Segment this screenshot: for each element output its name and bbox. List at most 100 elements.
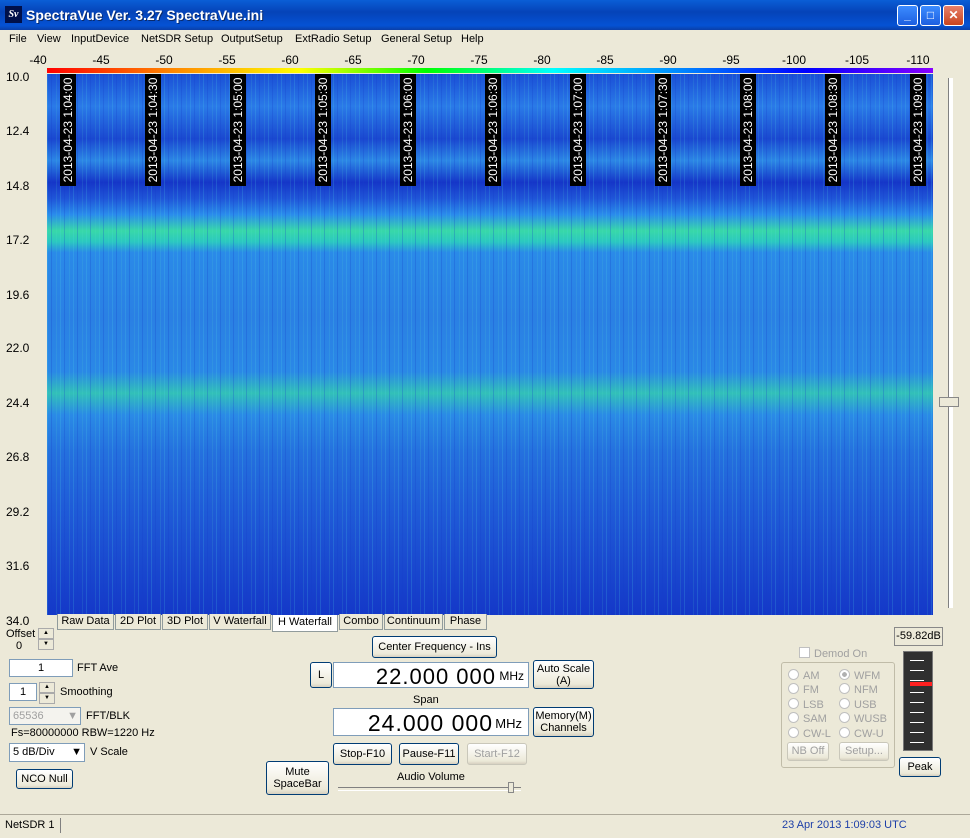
- y-axis-label: 29.2: [6, 505, 30, 519]
- y-axis-label: 31.6: [6, 559, 30, 573]
- radio-fm[interactable]: FM: [788, 683, 819, 696]
- radio-cw-u[interactable]: CW-U: [839, 727, 884, 740]
- y-axis-label: 19.6: [6, 288, 30, 302]
- radio-usb[interactable]: USB: [839, 698, 877, 711]
- tab-v-waterfall[interactable]: V Waterfall: [209, 614, 271, 630]
- memory-channels-button[interactable]: Memory(M) Channels: [533, 707, 594, 737]
- axis-tick: -110: [906, 53, 930, 67]
- vscale-label: V Scale: [90, 746, 128, 758]
- signal-level-readout: -59.82dB: [894, 627, 943, 646]
- axis-tick: -80: [533, 53, 551, 67]
- axis-tick: -50: [155, 53, 173, 67]
- auto-scale-button[interactable]: Auto Scale (A): [533, 660, 594, 689]
- y-axis-label: 12.4: [6, 124, 30, 138]
- radio-sam[interactable]: SAM: [788, 712, 827, 725]
- demod-setup-button[interactable]: Setup...: [839, 742, 889, 761]
- menu-inputdevice[interactable]: InputDevice: [71, 33, 129, 45]
- timestamp-label: 2013-04-23 1:06:00: [400, 74, 416, 186]
- span-unit: MHz: [495, 716, 522, 731]
- center-frequency-unit: MHz: [499, 669, 524, 683]
- tab-3d-plot[interactable]: 3D Plot: [162, 614, 208, 630]
- menu-view[interactable]: View: [37, 33, 61, 45]
- vertical-slider-thumb[interactable]: [939, 397, 959, 407]
- axis-tick: -85: [596, 53, 614, 67]
- vscale-select[interactable]: 5 dB/Div ▼: [9, 743, 85, 762]
- center-frequency-display[interactable]: 22.000 000 MHz: [333, 662, 529, 689]
- status-device: NetSDR 1: [5, 819, 55, 831]
- y-axis-label: 24.4: [6, 396, 30, 410]
- radio-wfm[interactable]: WFM: [839, 669, 880, 682]
- close-icon[interactable]: ✕: [943, 5, 964, 26]
- timestamp-label: 2013-04-23 1:04:30: [145, 74, 161, 186]
- tab-combo[interactable]: Combo: [339, 614, 383, 630]
- mute-button[interactable]: Mute SpaceBar: [266, 761, 329, 795]
- y-axis-label: 34.0: [6, 614, 30, 628]
- menu-netsdr-setup[interactable]: NetSDR Setup: [141, 33, 213, 45]
- top-axis: -40 -45 -50 -55 -60 -65 -70 -75 -80 -85 …: [0, 52, 970, 68]
- menu-bar: File View InputDevice NetSDR Setup Outpu…: [0, 30, 970, 48]
- chevron-down-icon: ▼: [71, 746, 82, 758]
- peak-button[interactable]: Peak: [899, 757, 941, 777]
- pause-button[interactable]: Pause-F11: [399, 743, 459, 765]
- audio-volume-thumb[interactable]: [508, 782, 514, 793]
- color-scale-bar: [47, 68, 933, 73]
- tab-continuum[interactable]: Continuum: [384, 614, 443, 630]
- l-button[interactable]: L: [310, 662, 332, 688]
- axis-tick: -75: [470, 53, 488, 67]
- tab-phase[interactable]: Phase: [444, 614, 487, 630]
- fft-blk-select[interactable]: 65536 ▼: [9, 707, 81, 725]
- nco-null-button[interactable]: NCO Null: [16, 769, 73, 789]
- axis-tick: -105: [844, 53, 870, 67]
- center-frequency-button[interactable]: Center Frequency - Ins: [372, 636, 497, 658]
- tab-raw-data[interactable]: Raw Data: [57, 614, 114, 630]
- menu-outputsetup[interactable]: OutputSetup: [221, 33, 283, 45]
- menu-help[interactable]: Help: [461, 33, 484, 45]
- axis-tick: -55: [218, 53, 236, 67]
- radio-am[interactable]: AM: [788, 669, 820, 682]
- menu-file[interactable]: File: [9, 33, 27, 45]
- span-display[interactable]: 24.000 000 MHz: [333, 708, 529, 736]
- maximize-icon[interactable]: □: [920, 5, 941, 26]
- radio-wusb[interactable]: WUSB: [839, 712, 887, 725]
- offset-spinner[interactable]: ▲ ▼: [38, 628, 54, 650]
- status-divider: [60, 818, 61, 833]
- timestamp-label: 2013-04-23 1:05:00: [230, 74, 246, 186]
- radio-lsb[interactable]: LSB: [788, 698, 824, 711]
- tab-h-waterfall[interactable]: H Waterfall: [272, 615, 338, 632]
- stop-button[interactable]: Stop-F10: [333, 743, 392, 765]
- axis-tick: -90: [659, 53, 677, 67]
- radio-cw-l[interactable]: CW-L: [788, 727, 831, 740]
- axis-tick: -45: [92, 53, 110, 67]
- center-frequency-value: 22.000 000: [375, 664, 496, 689]
- minimize-icon[interactable]: _: [897, 5, 918, 26]
- tab-2d-plot[interactable]: 2D Plot: [115, 614, 161, 630]
- offset-value: 0: [16, 640, 23, 652]
- axis-tick: -95: [722, 53, 740, 67]
- menu-extradio-setup[interactable]: ExtRadio Setup: [295, 33, 371, 45]
- timestamp-label: 2013-04-23 1:05:30: [315, 74, 331, 186]
- title-bar: Sv SpectraVue Ver. 3.27 SpectraVue.ini _…: [0, 0, 970, 30]
- meter-level-indicator: [910, 682, 932, 686]
- axis-tick: -65: [344, 53, 362, 67]
- nb-off-button[interactable]: NB Off: [787, 742, 829, 761]
- waterfall-display[interactable]: 2013-04-23 1:04:00 2013-04-23 1:04:30 20…: [47, 74, 933, 615]
- y-axis-label: 17.2: [6, 233, 30, 247]
- signal-meter: [903, 651, 933, 751]
- start-button[interactable]: Start-F12: [467, 743, 527, 765]
- status-datetime: 23 Apr 2013 1:09:03 UTC: [782, 819, 907, 831]
- audio-volume-track[interactable]: [338, 787, 521, 791]
- axis-tick: -40: [29, 53, 47, 67]
- demod-on-checkbox[interactable]: Demod On: [799, 647, 867, 660]
- axis-tick: -70: [407, 53, 425, 67]
- vertical-slider-track[interactable]: [948, 78, 953, 608]
- radio-nfm[interactable]: NFM: [839, 683, 878, 696]
- span-label: Span: [413, 694, 439, 706]
- fft-ave-input[interactable]: 1: [9, 659, 73, 677]
- menu-general-setup[interactable]: General Setup: [381, 33, 452, 45]
- smoothing-input[interactable]: 1: [9, 683, 37, 701]
- smoothing-spinner[interactable]: ▲ ▼: [39, 682, 55, 704]
- fs-info: Fs=80000000 RBW=1220 Hz: [11, 727, 155, 739]
- axis-tick: -60: [281, 53, 299, 67]
- y-axis-label: 10.0: [6, 70, 30, 84]
- chevron-down-icon: ▼: [67, 710, 78, 722]
